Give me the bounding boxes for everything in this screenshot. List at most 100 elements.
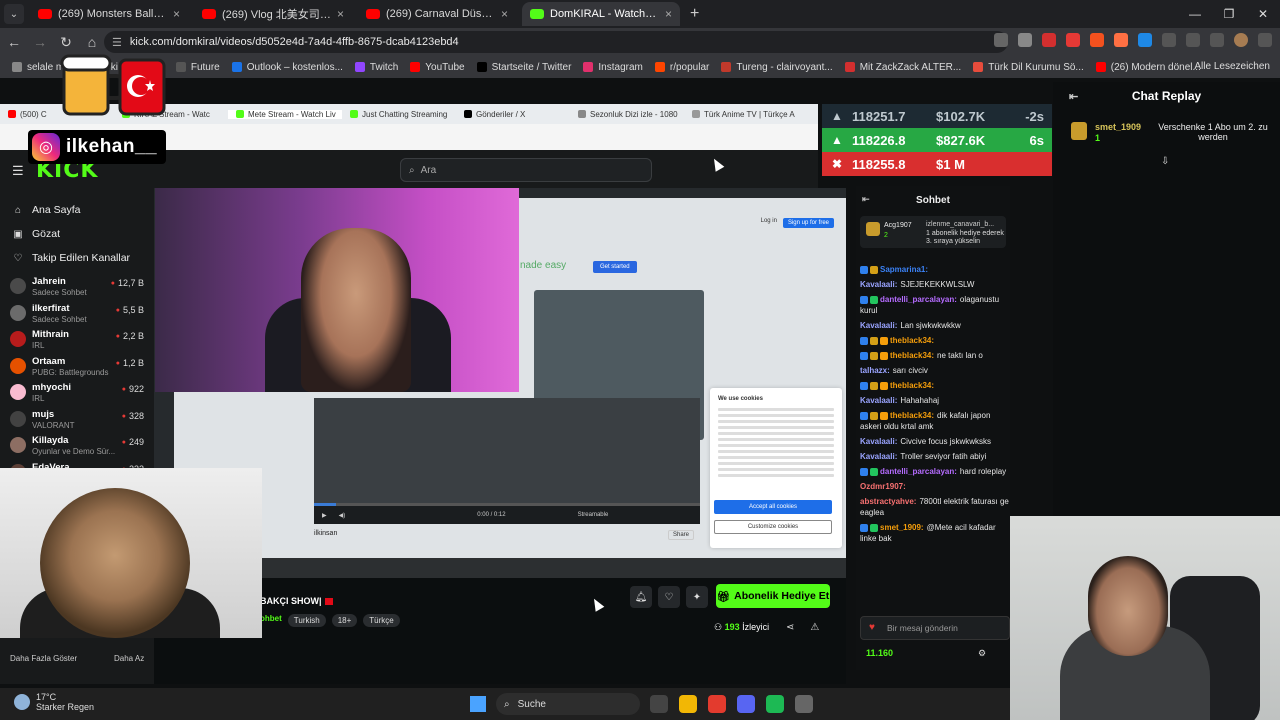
gift-subscription-button[interactable]: 🎁︎ Abonelik Hediye Et [716,584,830,608]
bookmark-item[interactable]: Future [175,62,220,73]
taskbar-app-icon[interactable] [766,695,784,713]
close-tab-icon[interactable]: × [173,7,180,21]
extension-orange2-icon[interactable] [1114,33,1128,47]
channel-item[interactable]: KillaydaOyunlar ve Demo Sür...249 [0,433,154,460]
extension-red-icon[interactable] [1042,33,1056,47]
channel-item[interactable]: OrtaamPUBG: Battlegrounds1,2 B [0,354,154,381]
bookmark-item[interactable]: (26) Modern dönel... [1095,62,1201,73]
taskbar-app-icon[interactable] [737,695,755,713]
back-icon[interactable]: ← [2,34,26,50]
taskbar-search[interactable]: ⌕ Suche [496,693,640,715]
search-icon: ⌕ [504,698,510,710]
chat-username[interactable]: abstractyahve: [860,497,916,506]
forward-icon[interactable]: → [28,34,52,50]
extensions-puzzle-icon[interactable] [1162,33,1176,47]
chat-username[interactable]: theblack34: [890,351,934,360]
tag-18plus[interactable]: 18+ [331,614,358,627]
tag-turkish[interactable]: Turkish [287,614,326,627]
weather-widget[interactable]: 17°C Starker Regen [14,692,94,712]
nav-label: Ana Sayfa [32,204,81,216]
browser-tab[interactable]: (269) Carnaval Düsseldorf 2025 × [358,2,516,26]
hamburger-icon[interactable]: ☰ [12,163,24,179]
nav-item[interactable]: ⌂ Ana Sayfa [0,198,154,222]
profile-avatar[interactable] [1234,33,1248,47]
bookmark-item[interactable]: Twitch [354,62,398,73]
channel-points[interactable]: 11.160 [866,648,893,658]
browser-tab[interactable]: DomKIRAL - Watch the VO × [522,2,680,26]
chat-username[interactable]: Kavalaali: [860,437,897,446]
extension-blue-icon[interactable] [1138,33,1152,47]
extension-red2-icon[interactable] [1066,33,1080,47]
tab-search-button[interactable]: ⌄ [4,4,24,24]
chat-username[interactable]: Kavalaali: [860,321,897,330]
chat-username[interactable]: Sapmarina1: [880,265,928,274]
scroll-down-icon[interactable]: ⇩ [1161,156,1169,167]
chat-username[interactable]: talhazx: [860,366,890,375]
close-tab-icon[interactable]: × [501,7,508,21]
cookie-title: We use cookies [718,396,763,402]
browser-tab[interactable]: (269) Vlog 北美女司机 工作＋生 × [194,2,352,26]
minimize-button[interactable]: — [1178,7,1212,21]
chat-username[interactable]: Kavalaali: [860,396,897,405]
windows-start-icon[interactable] [470,696,486,712]
chat-username[interactable]: theblack34: [890,381,934,390]
bookmark-item[interactable]: Startseite / Twitter [476,62,571,73]
taskbar-app-icon[interactable] [650,695,668,713]
collapse-chat-icon[interactable]: ⇤ [862,194,870,205]
sparkle-icon[interactable]: ✦ [686,586,708,608]
maximize-button[interactable]: ❐ [1212,7,1246,21]
kick-search[interactable]: ⌕ Ara [400,158,652,182]
tag-turkce[interactable]: Türkçe [363,614,400,627]
channel-item[interactable]: MithrainIRL2,2 B [0,327,154,354]
show-less-link[interactable]: Daha Az [114,654,144,663]
nav-item[interactable]: ▣ Gözat [0,222,154,246]
ticker-price: 118251.7 [852,108,906,124]
close-tab-icon[interactable]: × [337,7,344,21]
channel-item[interactable]: mujsVALORANT328 [0,407,154,434]
heart-icon[interactable]: ♡ [658,586,680,608]
gear-icon[interactable]: ⚙ [978,648,986,659]
bookmark-item[interactable]: r/popular [654,62,709,73]
chat-username[interactable]: Kavalaali: [860,280,897,289]
bookmark-item[interactable]: Tureng - clairvoyant... [721,62,833,73]
bookmark-item[interactable]: Instagram [583,62,643,73]
taskbar-app-icon[interactable] [795,695,813,713]
chat-username[interactable]: Kavalaali: [860,452,897,461]
chat-username[interactable]: dantelli_parcalayan: [880,467,957,476]
report-icon[interactable]: ⚠ [810,622,819,633]
chat-badge-icon [880,381,888,390]
taskbar-app-icon[interactable] [679,695,697,713]
taskbar-app-icon[interactable] [708,695,726,713]
bookmark-item[interactable]: Türk Dil Kurumu Sö... [973,62,1084,73]
channel-item[interactable]: JahreinSadece Sohbet12,7 B [0,274,154,301]
share-icon[interactable]: ⋖ [786,622,794,633]
chat-username[interactable]: dantelli_parcalayan: [880,295,957,304]
chat-username[interactable]: theblack34: [890,411,934,420]
bookmark-item[interactable]: Outlook – kostenlos... [231,62,343,73]
sidebar-icon[interactable] [1186,33,1200,47]
browser-tab[interactable]: (269) Monsters Ball: Bram vs. Al × [30,2,188,26]
chat-username[interactable]: smet_1909: [880,523,924,532]
nav-item[interactable]: ♡ Takip Edilen Kanallar [0,246,154,270]
new-tab-button[interactable]: + [690,5,699,23]
channel-item[interactable]: mhyochiIRL922 [0,380,154,407]
chat-username[interactable]: Ozdmr1907: [860,482,906,491]
chat-username[interactable]: theblack34: [890,336,934,345]
translate-icon[interactable] [994,33,1008,47]
close-window-button[interactable]: ✕ [1246,7,1280,21]
chat-input[interactable]: ♥ Bir mesaj gönderin [860,616,1010,640]
close-tab-icon[interactable]: × [665,7,672,21]
menu-dots-icon[interactable] [1258,33,1272,47]
extension-orange-icon[interactable] [1090,33,1104,47]
bookmark-item[interactable]: Mit ZackZack ALTER... [844,62,961,73]
category-link[interactable]: ohbet [260,614,282,627]
bookmark-item[interactable]: YouTube [410,62,465,73]
bookmark-star-icon[interactable] [1018,33,1032,47]
show-more-link[interactable]: Daha Fazla Göster [10,654,77,663]
bell-icon[interactable]: 🔔︎ [630,586,652,608]
all-bookmarks[interactable]: Alle Lesezeichen [1194,61,1270,72]
channel-item[interactable]: ilkerfiratSadece Sohbet5,5 B [0,301,154,328]
queue-icon[interactable] [1210,33,1224,47]
replay-menu-icon[interactable]: ⇤ [1069,90,1078,103]
url-bar[interactable]: ☰ kick.com/domkiral/videos/d5052e4d-7a4d… [104,31,1008,53]
